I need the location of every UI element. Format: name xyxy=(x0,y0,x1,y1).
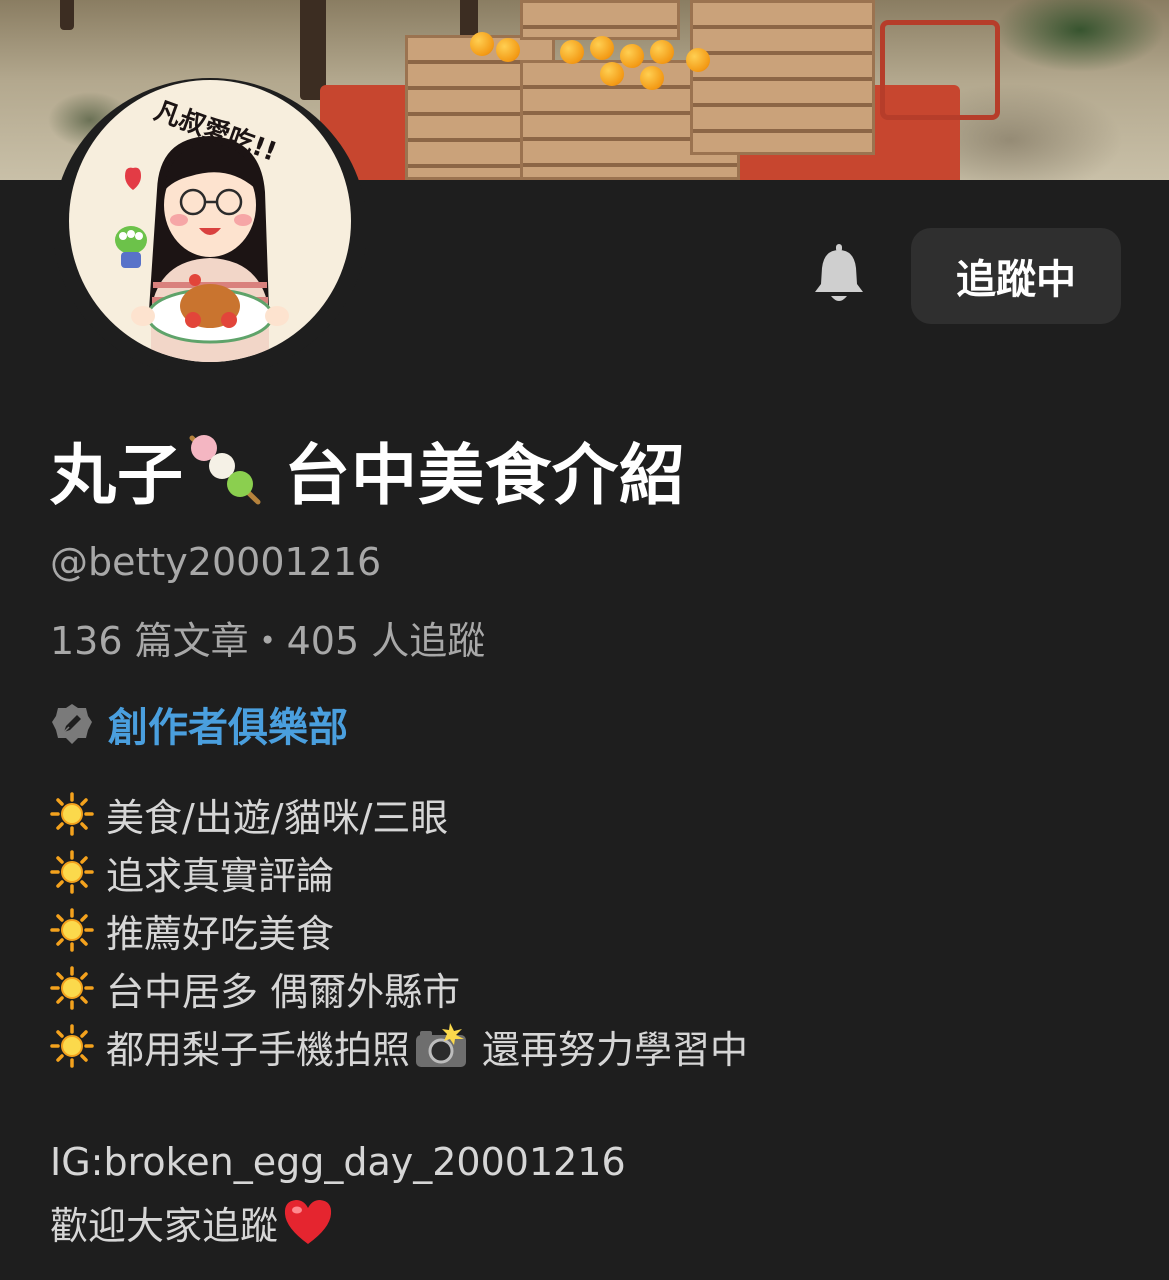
dango-icon xyxy=(189,435,261,505)
pen-badge-icon xyxy=(52,704,92,744)
sun-icon xyxy=(50,850,94,894)
welcome-line: 歡迎大家追蹤 xyxy=(50,1194,334,1250)
tree-trunk xyxy=(60,0,74,30)
name-suffix: 台中美食介紹 xyxy=(284,437,686,514)
orange xyxy=(650,40,674,64)
avatar[interactable]: 凡叔愛吃!! xyxy=(69,80,351,362)
orange xyxy=(470,32,494,56)
name-prefix: 丸子 xyxy=(50,437,184,514)
crate xyxy=(690,0,875,155)
orange xyxy=(640,66,664,90)
cart-frame xyxy=(880,20,1000,120)
bio-line-text: 追求真實評論 xyxy=(106,853,335,898)
red-heart-icon xyxy=(284,1200,332,1244)
creator-club-link[interactable]: 創作者俱樂部 xyxy=(50,696,348,752)
bio-line-text: 還再努力學習中 xyxy=(482,1027,749,1072)
orange xyxy=(600,62,624,86)
bio-line: 台中居多 偶爾外縣市 xyxy=(50,959,748,1017)
creator-club-label: 創作者俱樂部 xyxy=(108,705,348,751)
username-handle: @betty20001216 xyxy=(50,540,382,584)
crate xyxy=(520,0,680,40)
bio-line: 美食/出遊/貓咪/三眼 xyxy=(50,785,748,843)
profile-stats: 136 篇文章・405 人追蹤 xyxy=(50,619,486,663)
bio-line-text: 美食/出遊/貓咪/三眼 xyxy=(106,795,449,840)
orange xyxy=(496,38,520,62)
page-title: 丸子 台中美食介紹 xyxy=(50,430,686,514)
avatar-illustration: 凡叔愛吃!! xyxy=(115,96,289,362)
bio-line: 追求真實評論 xyxy=(50,843,748,901)
orange xyxy=(590,36,614,60)
bio-line: 都用梨子手機拍照 還再努力學習中 xyxy=(50,1017,748,1075)
sun-icon xyxy=(50,966,94,1010)
orange xyxy=(686,48,710,72)
orange xyxy=(620,44,644,68)
bell-icon[interactable] xyxy=(810,244,868,306)
sun-icon xyxy=(50,792,94,836)
welcome-text: 歡迎大家追蹤 xyxy=(50,1203,279,1248)
bio-line-text: 都用梨子手機拍照 xyxy=(106,1027,411,1072)
bio: 美食/出遊/貓咪/三眼 追求真實評論 推薦好吃美食 台中居多 偶爾外縣市 都用梨… xyxy=(50,785,748,1075)
sun-icon xyxy=(50,1024,94,1068)
following-button[interactable]: 追蹤中 xyxy=(911,228,1121,324)
bio-line-text: 推薦好吃美食 xyxy=(106,911,335,956)
bio-line-text: 台中居多 偶爾外縣市 xyxy=(106,969,461,1014)
camera-flash-icon xyxy=(416,1023,467,1067)
sun-icon xyxy=(50,908,94,952)
instagram-handle: IG:broken_egg_day_20001216 xyxy=(50,1140,626,1184)
orange xyxy=(560,40,584,64)
bio-line: 推薦好吃美食 xyxy=(50,901,748,959)
